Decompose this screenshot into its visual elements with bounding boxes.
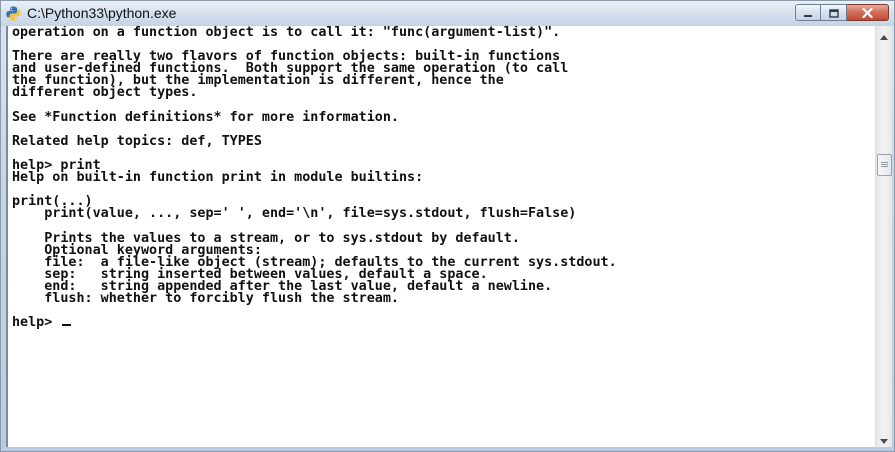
- console-window: C:\Python33\python.exe operation on a fu…: [0, 0, 895, 452]
- scroll-up-arrow-icon: [880, 25, 888, 44]
- maximize-button[interactable]: [821, 4, 847, 21]
- scroll-down-arrow-icon: [880, 429, 888, 448]
- console-history: operation on a function object is to cal…: [12, 26, 617, 307]
- scroll-down-button[interactable]: [876, 430, 892, 447]
- python-icon: [5, 5, 22, 22]
- console-text: operation on a function object is to cal…: [8, 26, 877, 329]
- scroll-thumb[interactable]: [877, 154, 892, 176]
- minimize-icon: [803, 3, 813, 22]
- caption-buttons: [795, 4, 889, 22]
- grip-icon: [881, 162, 888, 168]
- scroll-up-button[interactable]: [876, 26, 892, 43]
- window-title: C:\Python33\python.exe: [27, 5, 177, 21]
- title-bar[interactable]: C:\Python33\python.exe: [1, 1, 894, 26]
- console-prompt: help>: [12, 315, 61, 331]
- text-cursor: [62, 324, 72, 327]
- minimize-button[interactable]: [795, 4, 821, 21]
- close-button[interactable]: [847, 4, 889, 21]
- close-icon: [862, 3, 873, 22]
- vertical-scrollbar[interactable]: [875, 26, 892, 447]
- maximize-icon: [828, 3, 839, 22]
- console-output[interactable]: operation on a function object is to cal…: [6, 26, 877, 447]
